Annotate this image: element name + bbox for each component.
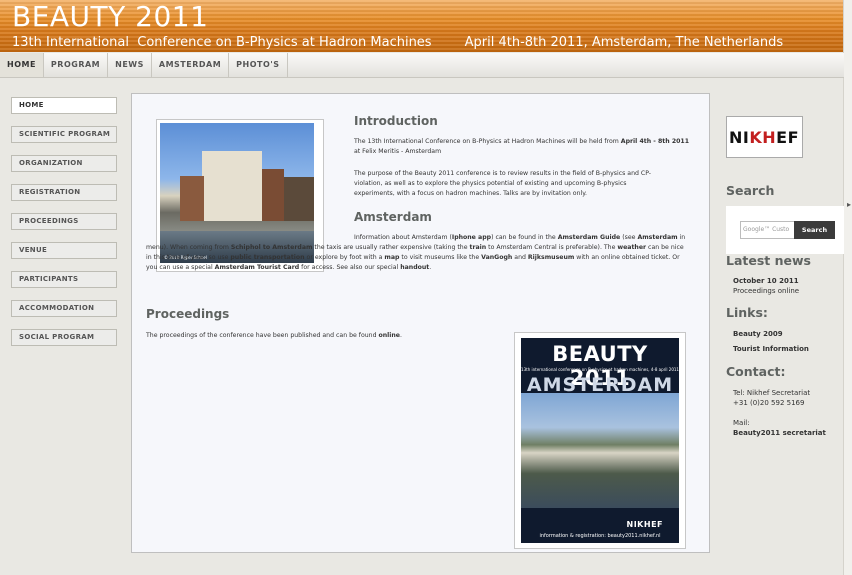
sidebar-menu: HOME SCIENTIFIC PROGRAM ORGANIZATION REG… <box>11 97 117 358</box>
text: the taxis are usually rather expensive (… <box>312 244 470 251</box>
tab-home[interactable]: HOME <box>0 53 44 77</box>
introduction-heading: Introduction <box>354 114 438 128</box>
proceedings-paragraph: The proceedings of the conference have b… <box>146 331 506 341</box>
text: for access. See also our special <box>299 264 401 271</box>
weather-link[interactable]: weather <box>617 244 646 251</box>
contact-mail-label: Mail: <box>733 419 750 427</box>
public-transportation-link[interactable]: public transportation <box>230 254 304 261</box>
intro-text: The 13th International Conference on B-P… <box>354 138 621 145</box>
logo-part: H <box>762 128 777 147</box>
tab-amsterdam[interactable]: AMSTERDAM <box>152 53 230 77</box>
scroll-arrow-icon[interactable]: ▸ <box>847 200 851 209</box>
map-link[interactable]: map <box>384 254 399 261</box>
poster-frame: BEAUTY 2011 13th international conferenc… <box>514 332 686 549</box>
proceedings-heading: Proceedings <box>146 307 230 321</box>
contact-heading: Contact: <box>726 364 786 379</box>
sidebar-item-venue[interactable]: VENUE <box>11 242 117 259</box>
text: Information about Amsterdam ( <box>354 234 452 241</box>
text: or explore by foot with a <box>304 254 385 261</box>
iphone-app-link[interactable]: Iphone app <box>452 234 491 241</box>
site-subtitle: 13th International Conference on B-Physi… <box>12 35 784 50</box>
search-input[interactable]: Google™ Custo <box>740 221 796 239</box>
proceedings-online-link[interactable]: online <box>379 332 401 339</box>
tab-program[interactable]: PROGRAM <box>44 53 109 77</box>
amsterdam-heading: Amsterdam <box>354 210 432 224</box>
text: ) can be found in the <box>491 234 558 241</box>
sidebar-item-social-program[interactable]: SOCIAL PROGRAM <box>11 329 117 346</box>
handout-link[interactable]: handout <box>400 264 429 271</box>
intro-paragraph-2: The purpose of the Beauty 2011 conferenc… <box>354 170 652 197</box>
amsterdam-paragraph: Information about Amsterdam (Iphone app)… <box>146 233 689 273</box>
intro-paragraph-1: The 13th International Conference on B-P… <box>354 137 694 157</box>
intro-dates: April 4th - 8th 2011 <box>620 138 690 145</box>
sidebar-item-participants[interactable]: PARTICIPANTS <box>11 271 117 288</box>
news-date: October 10 2011 <box>733 277 799 285</box>
right-column: NIKHEF Search Google™ Custo Search Lates… <box>726 96 844 437</box>
site-header: BEAUTY 2011 13th International Conferenc… <box>0 0 852 52</box>
building-shape <box>202 151 262 221</box>
tourist-card-link[interactable]: Amsterdam Tourist Card <box>215 264 300 271</box>
sidebar-item-registration[interactable]: REGISTRATION <box>11 184 117 201</box>
tab-news[interactable]: NEWS <box>108 53 152 77</box>
contact-mail-link[interactable]: Beauty2011 secretariat <box>733 429 826 438</box>
sidebar-item-scientific-program[interactable]: SCIENTIFIC PROGRAM <box>11 126 117 143</box>
logo-part: NI <box>729 128 750 147</box>
link-beauty-2009[interactable]: Beauty 2009 <box>733 330 783 339</box>
logo-part: K <box>749 128 763 147</box>
vangogh-link[interactable]: VanGogh <box>481 254 512 261</box>
nikhef-logo-text: NIKHEF <box>729 128 799 147</box>
top-navigation: HOME PROGRAM NEWS AMSTERDAM PHOTO'S <box>0 53 844 78</box>
logo-part: EF <box>776 128 799 147</box>
text: Amsterdam <box>637 234 678 241</box>
train-link[interactable]: train <box>470 244 487 251</box>
search-box: Google™ Custo Search <box>726 206 844 254</box>
text: to visit museums like the <box>399 254 482 261</box>
intro-venue-text: at Felix Meritis - Amsterdam <box>354 148 442 155</box>
text: . <box>429 264 432 271</box>
text: The proceedings of the conference have b… <box>146 332 379 339</box>
site-title: BEAUTY 2011 <box>12 0 209 33</box>
schiphol-link[interactable]: Schiphol to Amsterdam <box>231 244 313 251</box>
contact-tel: +31 (0)20 592 5169 <box>733 399 805 407</box>
search-button[interactable]: Search <box>794 221 835 239</box>
conference-poster: BEAUTY 2011 13th international conferenc… <box>521 338 679 543</box>
rijksmuseum-link[interactable]: Rijksmuseum <box>528 254 574 261</box>
news-item-link[interactable]: Proceedings online <box>733 287 799 296</box>
building-shape <box>262 169 284 221</box>
text: (see <box>620 234 638 241</box>
amsterdam-guide-link[interactable]: Amsterdam Guide <box>558 234 621 241</box>
text: . <box>400 332 402 339</box>
building-shape <box>284 177 314 221</box>
sidebar-item-organization[interactable]: ORGANIZATION <box>11 155 117 172</box>
building-shape <box>180 176 204 221</box>
latest-news-heading: Latest news <box>726 253 811 268</box>
sidebar-item-proceedings[interactable]: PROCEEDINGS <box>11 213 117 230</box>
sidebar-item-home[interactable]: HOME <box>11 97 117 114</box>
tab-photos[interactable]: PHOTO'S <box>229 53 288 77</box>
search-heading: Search <box>726 183 775 198</box>
sidebar-item-accommodation[interactable]: ACCOMMODATION <box>11 300 117 317</box>
poster-info: information & registration: beauty2011.n… <box>539 533 661 539</box>
poster-logo: NIKHEF <box>626 520 663 529</box>
nikhef-logo[interactable]: NIKHEF <box>726 116 803 158</box>
poster-photo <box>521 393 679 508</box>
text: and <box>512 254 528 261</box>
scrollbar[interactable]: ▸ <box>843 0 852 575</box>
poster-subtitle: 13th international conference on B-physi… <box>521 367 679 372</box>
main-content: © 2010 Rijper Schoel Introduction The 13… <box>131 93 710 553</box>
contact-tel-label: Tel: Nikhef Secretariat <box>733 389 811 397</box>
link-tourist-information[interactable]: Tourist Information <box>733 345 809 354</box>
text: to Amsterdam Central is preferable). The <box>486 244 618 251</box>
links-heading: Links: <box>726 305 768 320</box>
